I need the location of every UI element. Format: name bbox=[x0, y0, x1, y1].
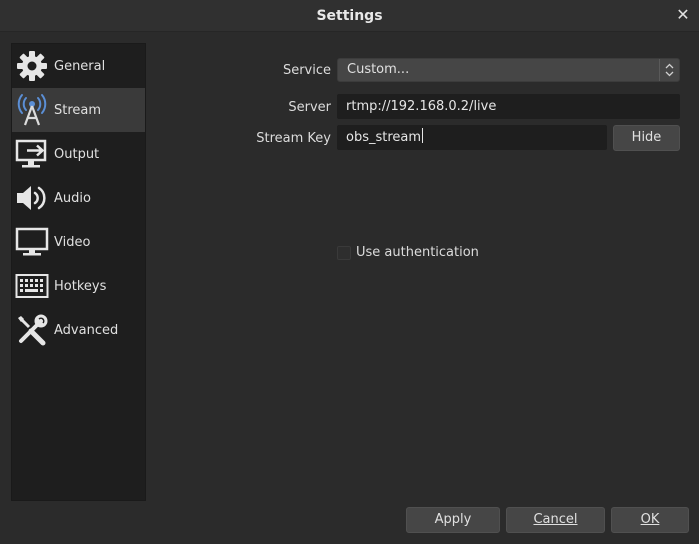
service-select-value: Custom... bbox=[347, 62, 410, 77]
sidebar-item-output[interactable]: Output bbox=[12, 132, 145, 176]
window-title: Settings bbox=[316, 8, 383, 24]
title-bar: Settings ✕ bbox=[0, 0, 699, 32]
sidebar-item-label: Advanced bbox=[54, 322, 119, 338]
close-icon[interactable]: ✕ bbox=[675, 7, 691, 23]
stream-key-label: Stream Key bbox=[256, 131, 331, 146]
sidebar-item-hotkeys[interactable]: Hotkeys bbox=[12, 264, 145, 308]
cancel-button-label: Cancel bbox=[533, 512, 578, 527]
stream-key-value: obs_stream bbox=[346, 130, 422, 145]
tools-icon bbox=[13, 308, 51, 352]
sidebar-item-audio[interactable]: Audio bbox=[12, 176, 145, 220]
text-cursor bbox=[422, 128, 424, 143]
settings-sidebar: General Stream Output Audio Video Hotkey… bbox=[11, 43, 146, 501]
broadcast-tower-icon bbox=[13, 88, 51, 132]
stream-key-input[interactable]: obs_stream bbox=[337, 125, 607, 150]
sidebar-item-label: General bbox=[54, 58, 106, 74]
ok-button-label: OK bbox=[640, 512, 660, 527]
sidebar-item-label: Audio bbox=[54, 190, 91, 206]
sidebar-item-label: Output bbox=[54, 146, 100, 162]
server-input[interactable]: rtmp://192.168.0.2/live bbox=[337, 94, 680, 119]
sidebar-item-label: Video bbox=[54, 234, 91, 250]
chevron-updown-icon bbox=[659, 59, 679, 81]
monitor-icon bbox=[13, 220, 51, 264]
sidebar-item-label: Stream bbox=[54, 102, 102, 118]
hide-button[interactable]: Hide bbox=[613, 125, 680, 151]
sidebar-item-label: Hotkeys bbox=[54, 278, 107, 294]
speaker-icon bbox=[13, 176, 51, 220]
service-select[interactable]: Custom... bbox=[337, 58, 680, 82]
ok-button[interactable]: OK bbox=[611, 507, 689, 533]
sidebar-item-stream[interactable]: Stream bbox=[12, 88, 145, 132]
sidebar-item-general[interactable]: General bbox=[12, 44, 145, 88]
apply-button[interactable]: Apply bbox=[406, 507, 500, 533]
service-label: Service bbox=[282, 63, 331, 78]
use-authentication-checkbox[interactable] bbox=[337, 246, 351, 260]
use-authentication-label[interactable]: Use authentication bbox=[356, 245, 479, 260]
sidebar-item-advanced[interactable]: Advanced bbox=[12, 308, 145, 352]
output-monitor-icon bbox=[13, 132, 51, 176]
server-label: Server bbox=[288, 100, 331, 115]
cancel-button[interactable]: Cancel bbox=[506, 507, 605, 533]
gear-icon bbox=[13, 44, 51, 88]
keyboard-icon bbox=[13, 264, 51, 308]
sidebar-item-video[interactable]: Video bbox=[12, 220, 145, 264]
